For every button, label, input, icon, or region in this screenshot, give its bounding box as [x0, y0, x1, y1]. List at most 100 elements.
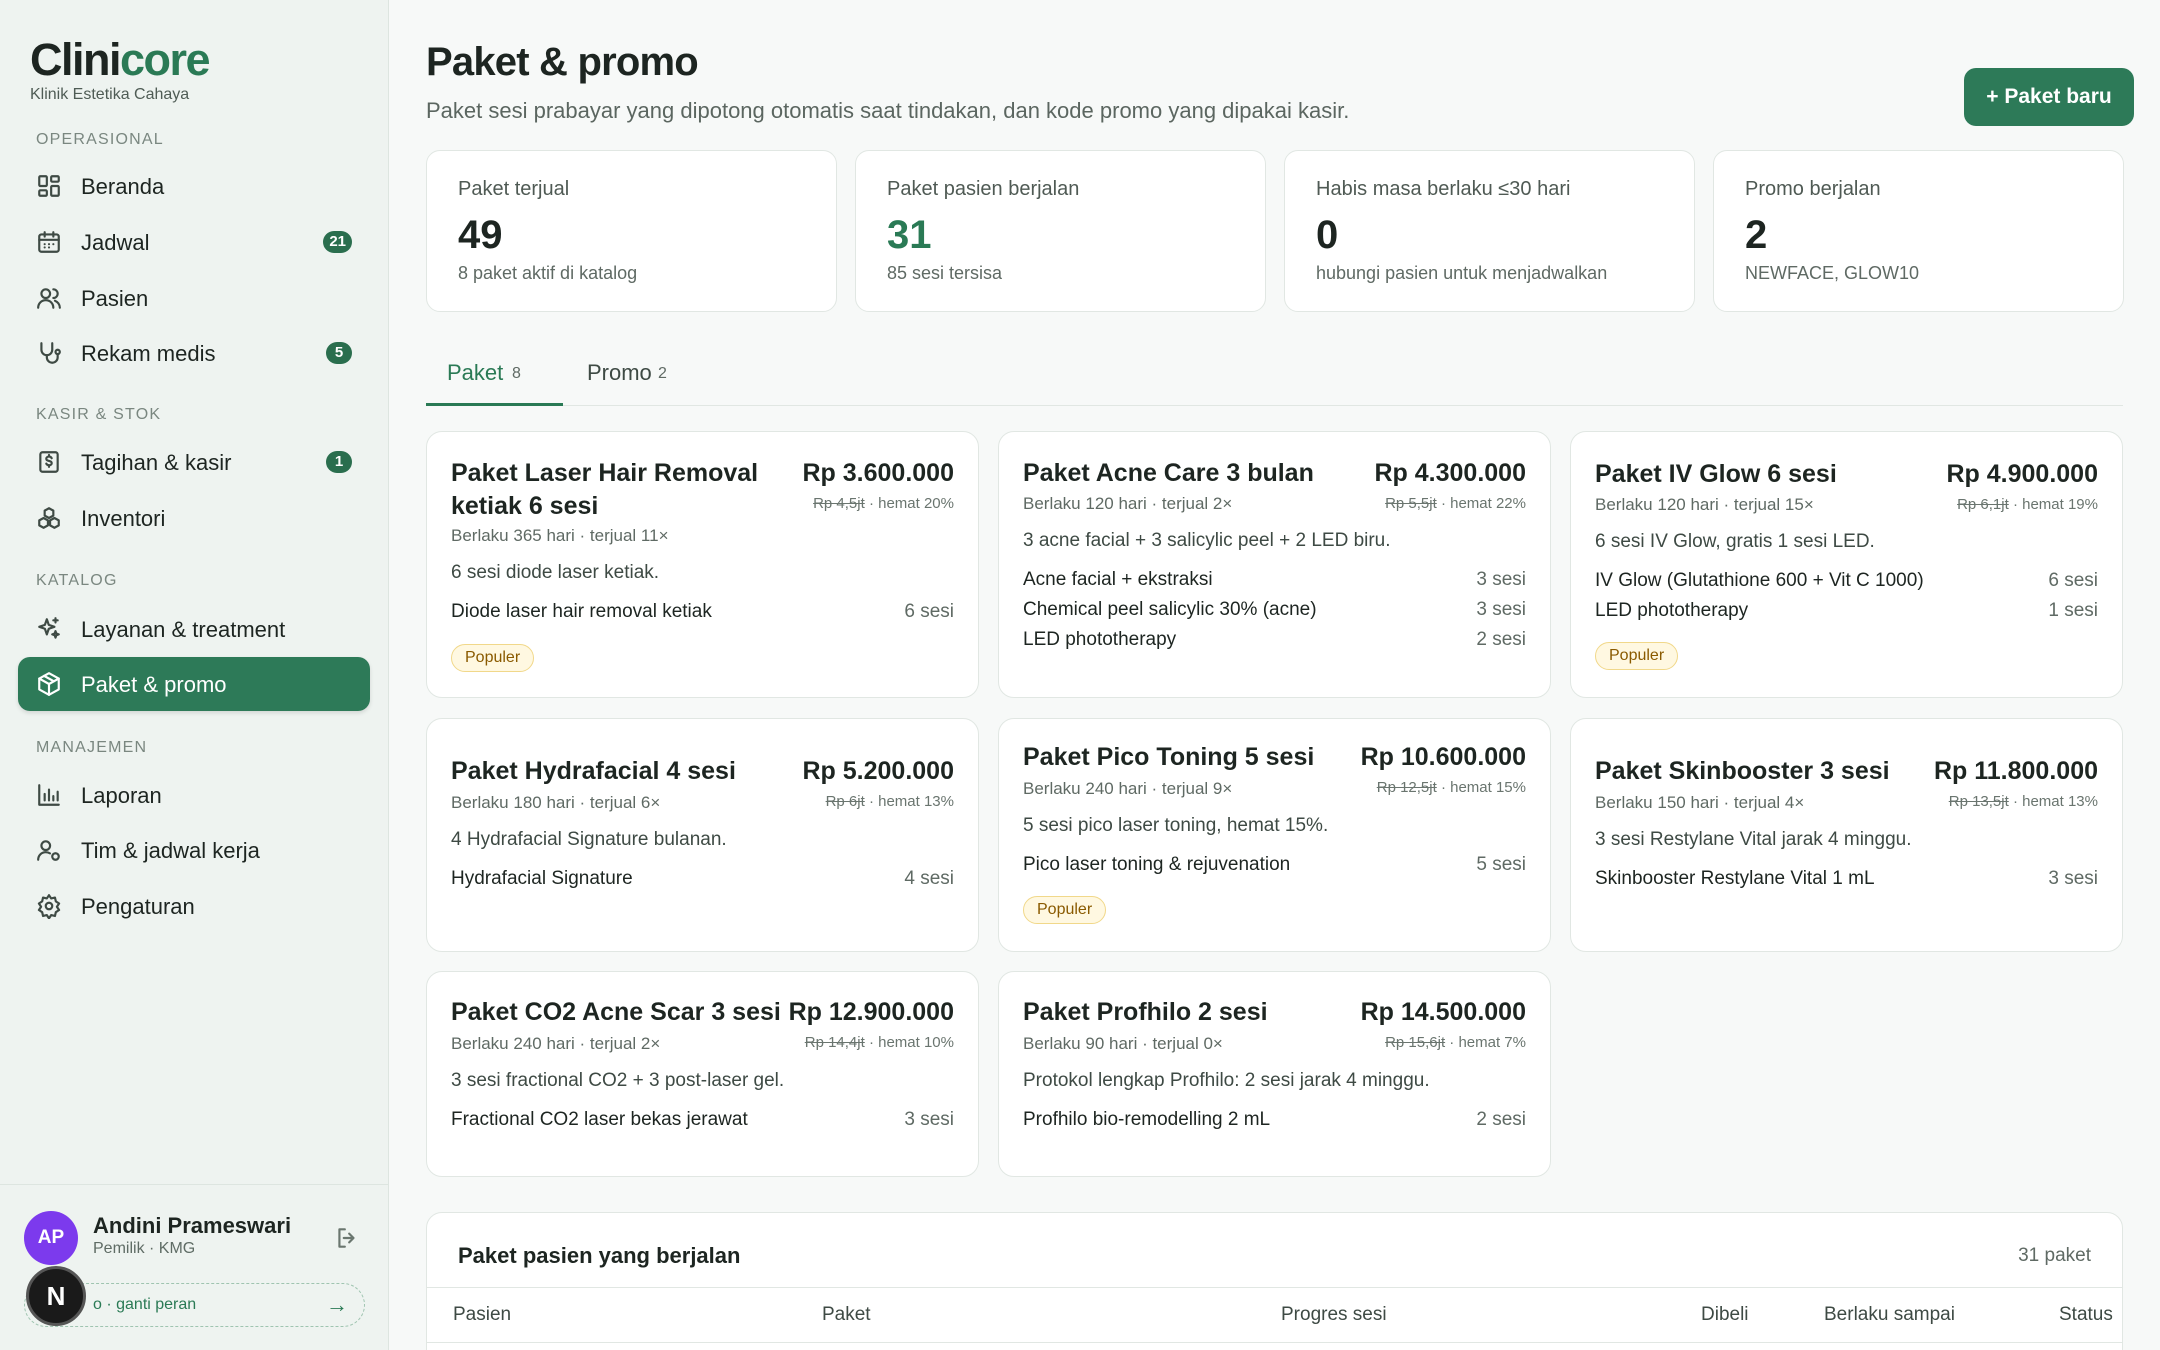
column-header-status[interactable]: Status: [2059, 1304, 2113, 1326]
arrow-right-icon: →: [326, 1292, 348, 1317]
boxes-icon: [36, 505, 62, 531]
sidebar-item-jadwal[interactable]: Jadwal 21: [18, 215, 370, 269]
package-name: Paket CO2 Acne Scar 3 sesi: [451, 998, 781, 1026]
tab-label: Paket: [447, 360, 504, 385]
section-katalog: KATALOG: [36, 572, 118, 589]
stat-card-habis-masa-berlaku: Habis masa berlaku ≤30 hari 0 hubungi pa…: [1284, 150, 1695, 312]
package-original-price: Rp 14,4jt · hemat 10%: [804, 1034, 954, 1051]
avatar[interactable]: AP: [24, 1211, 78, 1265]
sidebar-item-label: Tagihan & kasir: [81, 450, 232, 475]
user-role: Pemilik · KMG: [93, 1240, 196, 1257]
package-original-price: Rp 5,5jt · hemat 22%: [1385, 495, 1526, 512]
package-meta: Berlaku 240 hari · terjual 9×: [1023, 779, 1233, 798]
package-card[interactable]: Paket Hydrafacial 4 sesi Berlaku 180 har…: [426, 718, 979, 952]
package-price: Rp 10.600.000: [1360, 743, 1526, 771]
gear-icon: [36, 893, 62, 920]
page-title: Paket & promo: [426, 40, 699, 84]
package-item: LED phototherapy 2 sesi: [1023, 629, 1526, 650]
sidebar-item-label: Laporan: [81, 783, 162, 808]
section-operasional: OPERASIONAL: [36, 131, 164, 148]
sidebar-item-label: Tim & jadwal kerja: [81, 838, 260, 863]
package-item: Acne facial + ekstraksi 3 sesi: [1023, 569, 1526, 590]
package-price: Rp 5.200.000: [802, 757, 955, 785]
brand-logo[interactable]: Clinicore: [30, 34, 211, 86]
tab-bar: Paket 8 Promo 2: [426, 352, 2123, 406]
sidebar-item-rekam-medis[interactable]: Rekam medis 5: [18, 326, 370, 380]
sidebar-item-pengaturan[interactable]: Pengaturan: [18, 879, 370, 933]
sidebar-item-label: Layanan & treatment: [81, 617, 286, 642]
package-original-price: Rp 6jt · hemat 13%: [825, 793, 954, 810]
package-price: Rp 11.800.000: [1933, 757, 2098, 785]
tab-count: 8: [512, 365, 521, 382]
sidebar-item-tagihan-kasir[interactable]: Tagihan & kasir 1: [18, 435, 370, 489]
stat-card-paket-berjalan: Paket pasien berjalan 31 85 sesi tersisa: [855, 150, 1266, 312]
package-card[interactable]: Paket Pico Toning 5 sesi Berlaku 240 har…: [998, 718, 1551, 952]
popular-tag: Populer: [1595, 642, 1679, 670]
package-meta: Berlaku 120 hari · terjual 15×: [1595, 495, 1814, 514]
package-description: Protokol lengkap Profhilo: 2 sesi jarak …: [1023, 1070, 1430, 1091]
user-name: Andini Prameswari: [93, 1213, 292, 1238]
sidebar-item-label: Jadwal: [81, 230, 150, 255]
bar-chart-icon: [36, 782, 62, 808]
package-card[interactable]: Paket Acne Care 3 bulan Berlaku 120 hari…: [998, 431, 1551, 698]
stat-card-promo-berjalan: Promo berjalan 2 NEWFACE, GLOW10: [1713, 150, 2124, 312]
column-header-pasien[interactable]: Pasien: [453, 1304, 511, 1326]
column-header-berlaku-sampai[interactable]: Berlaku sampai: [1824, 1304, 1955, 1326]
table-title: Paket pasien yang berjalan: [458, 1243, 741, 1268]
package-price: Rp 12.900.000: [788, 998, 954, 1026]
sparkles-icon: [36, 616, 62, 642]
package-original-price: Rp 4,5jt · hemat 20%: [813, 495, 954, 512]
dashboard-grid-icon: [36, 173, 62, 199]
stethoscope-icon: [36, 340, 62, 366]
logout-icon[interactable]: [334, 1225, 360, 1251]
package-name: Paket Profhilo 2 sesi: [1023, 998, 1268, 1026]
sidebar-item-tim-jadwal-kerja[interactable]: Tim & jadwal kerja: [18, 823, 370, 877]
count-badge: 5: [326, 342, 352, 364]
tab-count: 2: [658, 365, 667, 382]
sidebar-item-inventori[interactable]: Inventori: [18, 491, 370, 545]
sidebar-item-paket-promo[interactable]: Paket & promo: [18, 657, 370, 711]
floating-n-button[interactable]: N: [26, 1266, 86, 1326]
package-meta: Berlaku 90 hari · terjual 0×: [1023, 1034, 1223, 1053]
sidebar-item-laporan[interactable]: Laporan: [18, 768, 370, 822]
stat-label: Paket pasien berjalan: [887, 178, 1080, 200]
sidebar-item-pasien[interactable]: Pasien: [18, 271, 370, 325]
sidebar-item-label: Rekam medis: [81, 341, 216, 366]
package-card[interactable]: Paket Laser Hair Removal ketiak 6 sesi B…: [426, 431, 979, 698]
count-badge: 21: [323, 231, 352, 253]
package-name: Paket Skinbooster 3 sesi: [1595, 757, 1890, 785]
column-header-progres-sesi[interactable]: Progres sesi: [1281, 1304, 1387, 1326]
sidebar-item-beranda[interactable]: Beranda: [18, 159, 370, 213]
column-header-paket[interactable]: Paket: [822, 1304, 871, 1326]
sidebar-item-layanan-treatment[interactable]: Layanan & treatment: [18, 602, 370, 656]
package-meta: Berlaku 240 hari · terjual 2×: [451, 1034, 661, 1053]
package-item: Fractional CO2 laser bekas jerawat 3 sesi: [451, 1109, 954, 1130]
package-meta: Berlaku 120 hari · terjual 2×: [1023, 494, 1233, 513]
package-original-price: Rp 12,5jt · hemat 15%: [1376, 779, 1526, 796]
column-header-dibeli[interactable]: Dibeli: [1701, 1304, 1749, 1326]
user-settings-icon: [36, 837, 62, 863]
package-card[interactable]: Paket CO2 Acne Scar 3 sesi Berlaku 240 h…: [426, 971, 979, 1177]
package-card[interactable]: Paket Skinbooster 3 sesi Berlaku 150 har…: [1570, 718, 2123, 952]
package-name: Paket Hydrafacial 4 sesi: [451, 757, 736, 785]
package-item: Skinbooster Restylane Vital 1 mL 3 sesi: [1595, 868, 2098, 889]
package-description: 3 sesi fractional CO2 + 3 post-laser gel…: [451, 1070, 785, 1091]
receipt-dollar-icon: [36, 449, 62, 475]
tab-promo[interactable]: Promo 2: [563, 352, 703, 406]
tab-paket[interactable]: Paket 8: [426, 352, 563, 406]
table-count: 31 paket: [2018, 1245, 2091, 1266]
section-kasir-stok: KASIR & STOK: [36, 406, 162, 423]
package-name: Paket IV Glow 6 sesi: [1595, 460, 1837, 488]
package-price: Rp 3.600.000: [802, 459, 955, 487]
package-icon: [36, 671, 62, 697]
package-item: Hydrafacial Signature 4 sesi: [451, 868, 954, 889]
package-item: LED phototherapy 1 sesi: [1595, 600, 2098, 621]
main-content: Paket & promo Paket sesi prabayar yang d…: [389, 0, 2160, 1350]
package-item: Chemical peel salicylic 30% (acne) 3 sesi: [1023, 599, 1526, 620]
package-card[interactable]: Paket IV Glow 6 sesi Berlaku 120 hari · …: [1570, 431, 2123, 698]
package-original-price: Rp 6,1jt · hemat 19%: [1957, 496, 2098, 513]
new-package-button[interactable]: + Paket baru: [1964, 68, 2134, 126]
package-name: Paket Laser Hair Removal ketiak 6 sesi: [451, 459, 759, 520]
package-item: IV Glow (Glutathione 600 + Vit C 1000) 6 …: [1595, 570, 2098, 591]
package-card[interactable]: Paket Profhilo 2 sesi Berlaku 90 hari · …: [998, 971, 1551, 1177]
